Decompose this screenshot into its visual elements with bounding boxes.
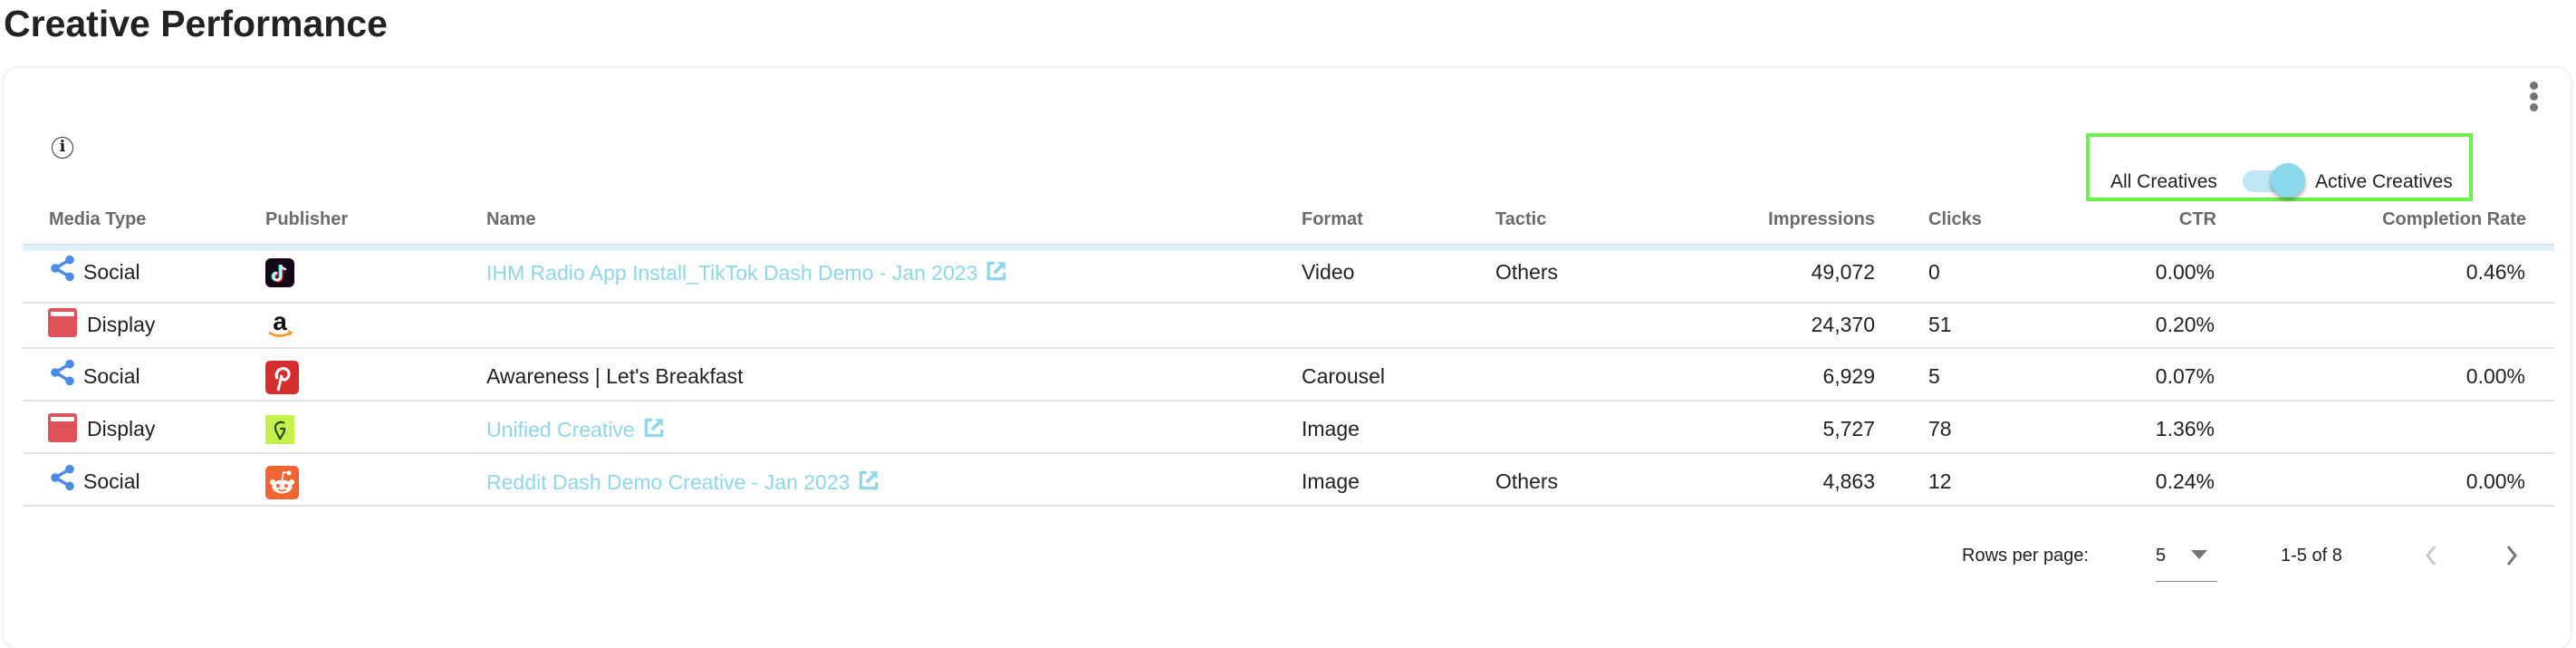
tactic-cell: Others <box>1495 260 1559 284</box>
rows-per-page-value: 5 <box>2156 546 2167 566</box>
format-cell: Image <box>1302 417 1360 440</box>
clicks-cell: 51 <box>1928 313 1952 336</box>
ctr-cell: 0.00% <box>2155 260 2215 284</box>
ctr-cell: 0.24% <box>2155 469 2215 493</box>
format-cell: Image <box>1302 469 1360 493</box>
impressions-cell: 24,370 <box>1811 313 1875 336</box>
rows-per-page-select[interactable]: 5 <box>2156 540 2217 582</box>
pinterest-logo-icon <box>265 361 299 394</box>
media-type-cell: Display <box>87 313 156 336</box>
clicks-cell: 12 <box>1928 469 1952 493</box>
creative-name: Awareness | Let's Breakfast <box>486 364 744 388</box>
dropdown-arrow-icon <box>2191 550 2207 559</box>
impressions-cell: 4,863 <box>1822 469 1875 493</box>
external-link-icon[interactable] <box>642 416 666 440</box>
all-creatives-label[interactable]: All Creatives <box>2110 170 2217 194</box>
more-vert-icon-dot <box>2530 103 2538 111</box>
header-divider <box>23 244 2554 251</box>
tactic-cell: Others <box>1495 469 1559 493</box>
media-type-cell: Social <box>83 260 140 284</box>
media-type-cell: Social <box>83 364 140 388</box>
external-link-icon[interactable] <box>857 469 880 492</box>
more-options-button[interactable] <box>2524 82 2542 114</box>
format-cell: Video <box>1302 260 1355 284</box>
external-link-icon[interactable] <box>985 259 1008 283</box>
impressions-cell: 5,727 <box>1822 417 1875 440</box>
svg-text:a: a <box>273 308 287 335</box>
impressions-cell: 6,929 <box>1822 364 1875 388</box>
column-header-impressions[interactable]: Impressions <box>1694 208 1875 231</box>
column-header-media-type[interactable]: Media Type <box>49 208 146 231</box>
previous-page-button[interactable] <box>2418 542 2446 569</box>
ctr-cell: 1.36% <box>2155 417 2215 440</box>
creative-name[interactable]: Reddit Dash Demo Creative - Jan 2023 <box>486 470 850 494</box>
share-icon <box>48 358 77 387</box>
creative-name-link[interactable]: Reddit Dash Demo Creative - Jan 2023 <box>486 469 880 495</box>
rows-per-page-label: Rows per page: <box>1962 546 2090 566</box>
ctr-cell: 0.07% <box>2155 364 2215 388</box>
page-title: Creative Performance <box>4 3 388 44</box>
column-header-format[interactable]: Format <box>1302 208 1363 231</box>
share-icon <box>48 463 77 492</box>
tiktok-logo-icon <box>265 258 294 287</box>
pagination-range: 1-5 of 8 <box>2281 546 2342 566</box>
column-header-completion-rate[interactable]: Completion Rate <box>2301 208 2526 231</box>
display-icon <box>48 413 77 442</box>
completion-rate-cell: 0.00% <box>2465 469 2525 493</box>
next-page-button[interactable] <box>2497 542 2524 569</box>
share-icon <box>48 254 77 283</box>
amazon-logo-icon: a <box>268 308 293 337</box>
column-header-clicks[interactable]: Clicks <box>1928 208 1982 231</box>
completion-rate-cell: 0.46% <box>2465 260 2525 284</box>
creative-name[interactable]: IHM Radio App Install_TikTok Dash Demo -… <box>486 261 977 285</box>
media-type-cell: Social <box>83 469 140 493</box>
creative-name[interactable]: Unified Creative <box>486 418 635 441</box>
column-header-ctr[interactable]: CTR <box>2083 208 2216 231</box>
column-header-publisher[interactable]: Publisher <box>265 208 348 231</box>
impressions-cell: 49,072 <box>1811 260 1875 284</box>
format-cell: Carousel <box>1302 364 1386 388</box>
toggle-thumb[interactable] <box>2271 163 2305 198</box>
display-icon <box>48 308 77 337</box>
clicks-cell: 78 <box>1928 417 1952 440</box>
more-vert-icon <box>2530 82 2538 90</box>
reddit-logo-icon <box>265 466 299 499</box>
info-icon[interactable]: i <box>52 137 73 159</box>
more-vert-icon-dot <box>2530 92 2538 101</box>
column-header-tactic[interactable]: Tactic <box>1495 208 1546 231</box>
active-creatives-label[interactable]: Active Creatives <box>2315 170 2453 194</box>
unified-g-logo-icon <box>265 415 294 444</box>
clicks-cell: 5 <box>1928 364 1940 388</box>
media-type-cell: Display <box>87 417 156 440</box>
completion-rate-cell: 0.00% <box>2465 364 2525 388</box>
column-header-name[interactable]: Name <box>486 208 535 231</box>
creative-name-link[interactable]: Unified Creative <box>486 416 666 442</box>
creative-name-link[interactable]: IHM Radio App Install_TikTok Dash Demo -… <box>486 259 1008 285</box>
clicks-cell: 0 <box>1928 260 1940 284</box>
ctr-cell: 0.20% <box>2155 313 2215 336</box>
